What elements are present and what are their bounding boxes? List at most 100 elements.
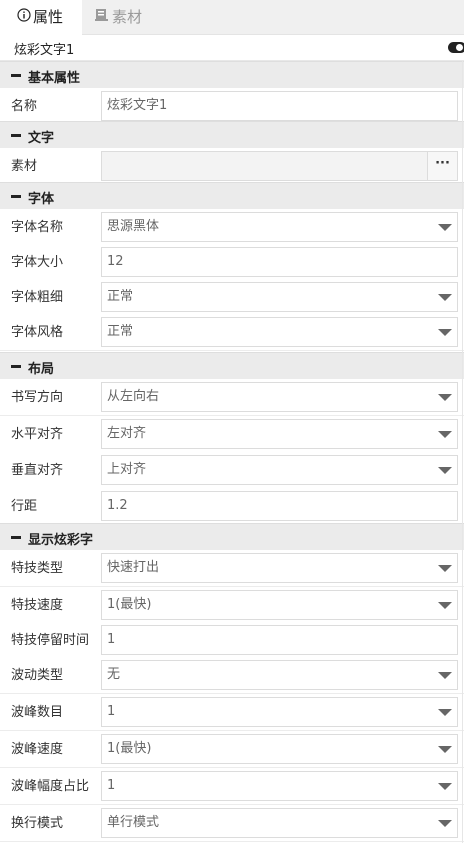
- wave-type-select[interactable]: 无: [101, 660, 458, 690]
- prop-row-wave-type: 波动类型 无: [0, 657, 464, 694]
- collapse-icon: [11, 365, 21, 368]
- prop-row-font-size: 字体大小 12: [0, 244, 464, 281]
- tab-material-label: 素材: [112, 8, 143, 26]
- dropdown-arrow-icon: [438, 746, 452, 753]
- select-value: 1: [107, 704, 116, 719]
- prop-label: 水平对齐: [11, 427, 64, 442]
- tab-properties[interactable]: 属性: [0, 0, 82, 35]
- halign-select[interactable]: 左对齐: [101, 419, 458, 449]
- peak-ratio-select[interactable]: 1: [101, 771, 458, 801]
- prop-row-font-style: 字体风格 正常: [0, 314, 464, 351]
- input-value: 12: [107, 254, 124, 269]
- prop-label: 书写方向: [11, 390, 64, 405]
- prop-label: 特技类型: [11, 561, 64, 576]
- direction-select[interactable]: 从左向右: [101, 382, 458, 412]
- visibility-toggle[interactable]: [448, 42, 464, 53]
- collapse-icon: [11, 134, 21, 137]
- book-icon: [94, 0, 112, 35]
- prop-label: 字体名称: [11, 220, 64, 235]
- select-value: 左对齐: [107, 426, 147, 441]
- prop-row-wrap-mode: 换行模式 单行模式: [0, 805, 464, 842]
- prop-label: 字体风格: [11, 325, 64, 340]
- name-input[interactable]: 炫彩文字1: [101, 91, 458, 121]
- section-title: 基本属性: [28, 71, 81, 86]
- section-effect[interactable]: 显示炫彩字: [0, 523, 464, 551]
- dropdown-arrow-icon: [438, 294, 452, 301]
- collapse-icon: [11, 195, 21, 198]
- section-title: 显示炫彩字: [28, 533, 94, 548]
- effect-speed-select[interactable]: 1(最快): [101, 590, 458, 620]
- prop-label: 波峰数目: [11, 705, 64, 720]
- prop-label: 字体大小: [11, 255, 64, 270]
- select-value: 正常: [107, 324, 134, 339]
- info-circle-icon: [0, 0, 33, 35]
- peak-speed-select[interactable]: 1(最快): [101, 734, 458, 764]
- section-text[interactable]: 文字: [0, 121, 464, 149]
- prop-row-peak-ratio: 波峰幅度占比 1: [0, 768, 464, 805]
- dropdown-arrow-icon: [438, 394, 452, 401]
- dropdown-arrow-icon: [438, 329, 452, 336]
- section-font[interactable]: 字体: [0, 182, 464, 210]
- peak-count-select[interactable]: 1: [101, 697, 458, 727]
- prop-label: 特技速度: [11, 598, 64, 613]
- select-value: 思源黑体: [107, 219, 160, 234]
- prop-row-font-family: 字体名称 思源黑体: [0, 209, 464, 246]
- prop-row-peak-speed: 波峰速度 1(最快): [0, 731, 464, 768]
- prop-label: 特技停留时间: [11, 633, 90, 648]
- tab-material[interactable]: 素材: [94, 0, 142, 35]
- font-weight-select[interactable]: 正常: [101, 282, 458, 312]
- select-value: 1(最快): [107, 597, 152, 612]
- section-title: 布局: [28, 362, 55, 377]
- section-title: 文字: [28, 131, 55, 146]
- collapse-icon: [11, 536, 21, 539]
- section-title: 字体: [28, 192, 55, 207]
- prop-row-peak-count: 波峰数目 1: [0, 694, 464, 731]
- prop-row-effect-stay: 特技停留时间 1: [0, 622, 464, 659]
- collapse-icon: [11, 74, 21, 77]
- dropdown-arrow-icon: [438, 431, 452, 438]
- dropdown-arrow-icon: [438, 783, 452, 790]
- prop-label: 波峰速度: [11, 742, 64, 757]
- line-spacing-input[interactable]: 1.2: [101, 491, 458, 521]
- prop-label: 垂直对齐: [11, 463, 64, 478]
- select-value: 单行模式: [107, 815, 160, 830]
- prop-label: 字体粗细: [11, 290, 64, 305]
- section-layout[interactable]: 布局: [0, 352, 464, 380]
- select-value: 从左向右: [107, 389, 160, 404]
- prop-label: 名称: [11, 99, 38, 114]
- dropdown-arrow-icon: [438, 820, 452, 827]
- effect-type-select[interactable]: 快速打出: [101, 553, 458, 583]
- font-style-select[interactable]: 正常: [101, 317, 458, 347]
- prop-row-valign: 垂直对齐 上对齐: [0, 452, 464, 489]
- dropdown-arrow-icon: [438, 672, 452, 679]
- object-name: 炫彩文字1: [14, 43, 75, 58]
- browse-button[interactable]: ···: [427, 152, 457, 180]
- effect-stay-input[interactable]: 1: [101, 625, 458, 655]
- select-value: 快速打出: [107, 560, 160, 575]
- section-basic[interactable]: 基本属性: [0, 61, 464, 89]
- dropdown-arrow-icon: [438, 565, 452, 572]
- material-input[interactable]: ···: [101, 151, 458, 181]
- prop-row-material: 素材 ···: [0, 148, 464, 185]
- dropdown-arrow-icon: [438, 709, 452, 716]
- wrap-mode-select[interactable]: 单行模式: [101, 808, 458, 838]
- dropdown-arrow-icon: [438, 602, 452, 609]
- input-value: 1: [107, 632, 116, 647]
- input-value: 1.2: [107, 498, 128, 513]
- prop-label: 波动类型: [11, 668, 64, 683]
- prop-row-direction: 书写方向 从左向右: [0, 379, 464, 416]
- object-header: 炫彩文字1: [0, 35, 464, 61]
- valign-select[interactable]: 上对齐: [101, 455, 458, 485]
- tab-properties-label: 属性: [33, 8, 64, 26]
- prop-row-line-spacing: 行距 1.2: [0, 488, 464, 525]
- select-value: 正常: [107, 289, 134, 304]
- font-family-select[interactable]: 思源黑体: [101, 212, 458, 242]
- prop-row-halign: 水平对齐 左对齐: [0, 416, 464, 453]
- dropdown-arrow-icon: [438, 467, 452, 474]
- name-value: 炫彩文字1: [107, 98, 168, 113]
- select-value: 上对齐: [107, 462, 147, 477]
- select-value: 1(最快): [107, 741, 152, 756]
- prop-row-font-weight: 字体粗细 正常: [0, 279, 464, 316]
- font-size-input[interactable]: 12: [101, 247, 458, 277]
- prop-label: 波峰幅度占比: [11, 779, 90, 794]
